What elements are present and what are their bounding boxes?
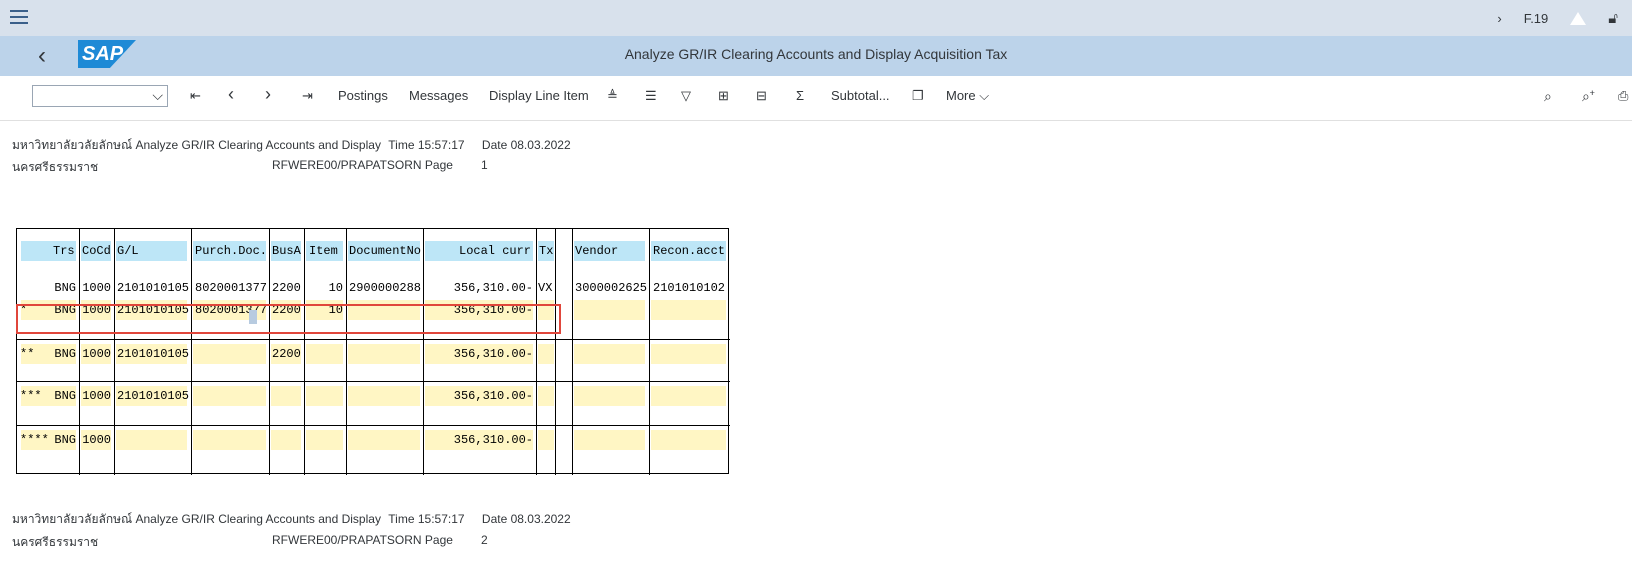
previous-page-icon[interactable]: ‹ bbox=[228, 84, 234, 105]
lock-icon[interactable]: 🔓︎ bbox=[1608, 10, 1618, 27]
report-time: Time 15:57:17 bbox=[388, 138, 465, 152]
header-busa: BusA bbox=[272, 244, 301, 258]
insert-column-icon[interactable]: ⊞ bbox=[718, 88, 729, 104]
table-cell: 3000002625 bbox=[575, 281, 648, 295]
table-cell: 2101010102 bbox=[653, 281, 726, 295]
selected-row-highlight bbox=[16, 304, 561, 334]
report-program-2: RFWERE00/PRAPATSORN Page bbox=[272, 533, 453, 547]
table-cell: VX bbox=[538, 281, 553, 295]
search-plus-icon[interactable]: ⌕⁺ bbox=[1582, 88, 1595, 105]
menu-icon[interactable] bbox=[10, 10, 28, 26]
filter-icon[interactable]: ▽ bbox=[681, 88, 691, 104]
report-city-1: นครศรีธรรมราช bbox=[12, 160, 99, 174]
expand-icon[interactable]: › bbox=[1497, 11, 1501, 26]
table-cell: BNG bbox=[54, 281, 76, 295]
sort-icon[interactable]: ☰ bbox=[645, 88, 657, 104]
variant-select[interactable]: ⌵ bbox=[32, 85, 168, 107]
header-local-curr: Local curr bbox=[459, 244, 532, 258]
copy-icon[interactable]: ❐ bbox=[912, 88, 924, 104]
first-page-icon[interactable]: ⇤ bbox=[190, 88, 201, 104]
table-cell: 356,310.00- bbox=[453, 281, 533, 295]
report-page-2: 2 bbox=[481, 533, 488, 547]
align-icon[interactable]: ≜ bbox=[607, 88, 618, 104]
header-trs: Trs bbox=[53, 244, 75, 258]
report-city-2: นครศรีธรรมราช bbox=[12, 535, 99, 549]
delete-column-icon[interactable]: ⊟ bbox=[756, 88, 767, 104]
header-cocd: CoCd bbox=[82, 244, 111, 258]
table-cell: 2200 bbox=[272, 281, 301, 295]
report-title: Analyze GR/IR Clearing Accounts and Disp… bbox=[135, 512, 381, 526]
search-icon[interactable]: ⌕ bbox=[1544, 88, 1552, 105]
table-cell: 10 bbox=[328, 281, 343, 295]
report-program-1: RFWERE00/PRAPATSORN Page bbox=[272, 158, 453, 172]
org-name: มหาวิทยาลัยวลัยลักษณ์ bbox=[12, 138, 133, 152]
table-cell: 2900000288 bbox=[349, 281, 422, 295]
table-cell: 1000 bbox=[82, 433, 111, 447]
report-date: Date 08.03.2022 bbox=[481, 512, 571, 526]
header-tx: Tx bbox=[539, 244, 554, 258]
org-name: มหาวิทยาลัยวลัยลักษณ์ bbox=[12, 512, 133, 526]
subtotal-button[interactable]: Subtotal... bbox=[831, 88, 890, 103]
row-marker: ** bbox=[20, 347, 35, 361]
table-cell: 356,310.00- bbox=[453, 389, 533, 403]
header-gl: G/L bbox=[117, 244, 139, 258]
table-cell: 2101010105 bbox=[117, 281, 190, 295]
table-cell: 8020001377 bbox=[195, 281, 268, 295]
report-header-2: มหาวิทยาลัยวลัยลักษณ์ Analyze GR/IR Clea… bbox=[12, 510, 571, 529]
table-cell: 356,310.00- bbox=[453, 433, 533, 447]
data-grid: Trs CoCd G/L Purch.Doc. BusA Item Docume… bbox=[16, 228, 730, 475]
table-cell: 2200 bbox=[272, 347, 301, 361]
table-cell: 1000 bbox=[82, 389, 111, 403]
last-page-icon[interactable]: ⇥ bbox=[302, 88, 313, 104]
next-page-icon[interactable]: › bbox=[265, 84, 271, 105]
shell-header: › F.19 🔓︎ bbox=[0, 0, 1632, 37]
display-line-item-button[interactable]: Display Line Item bbox=[489, 88, 589, 103]
table-cell: BNG bbox=[54, 347, 76, 361]
chevron-down-icon: ⌵ bbox=[152, 87, 163, 103]
more-menu[interactable]: More ⌵ bbox=[946, 88, 989, 104]
report-date: Date 08.03.2022 bbox=[481, 138, 571, 152]
application-toolbar: ⌵ ⇤ ‹ › ⇥ Postings Messages Display Line… bbox=[0, 76, 1632, 121]
header-documentno: DocumentNo bbox=[349, 244, 422, 258]
postings-button[interactable]: Postings bbox=[338, 88, 388, 103]
report-title: Analyze GR/IR Clearing Accounts and Disp… bbox=[135, 138, 381, 152]
header-purch-doc: Purch.Doc. bbox=[195, 244, 268, 258]
messages-button[interactable]: Messages bbox=[409, 88, 468, 103]
transaction-code: F.19 bbox=[1523, 10, 1549, 26]
row-marker: *** bbox=[20, 389, 42, 403]
sum-icon[interactable]: Σ bbox=[796, 88, 804, 103]
table-cell: 2101010105 bbox=[117, 347, 190, 361]
report-header-1: มหาวิทยาลัยวลัยลักษณ์ Analyze GR/IR Clea… bbox=[12, 136, 571, 155]
title-bar: ‹ SAP Analyze GR/IR Clearing Accounts an… bbox=[0, 36, 1632, 76]
report-time: Time 15:57:17 bbox=[388, 512, 465, 526]
table-cell: 2101010105 bbox=[117, 389, 190, 403]
header-item: Item bbox=[309, 244, 338, 258]
page-title: Analyze GR/IR Clearing Accounts and Disp… bbox=[624, 46, 1008, 62]
report-page-1: 1 bbox=[481, 158, 488, 172]
table-cell: 1000 bbox=[82, 281, 111, 295]
warning-icon[interactable] bbox=[1570, 11, 1587, 25]
row-marker: **** bbox=[20, 433, 49, 447]
print-icon[interactable]: ⎙ bbox=[1618, 88, 1628, 104]
table-cell: 1000 bbox=[82, 347, 111, 361]
header-recon-acct: Recon.acct bbox=[653, 244, 726, 258]
table-cell: BNG bbox=[54, 389, 76, 403]
table-cell: 356,310.00- bbox=[453, 347, 533, 361]
header-vendor: Vendor bbox=[575, 244, 619, 258]
table-cell: BNG bbox=[54, 433, 76, 447]
